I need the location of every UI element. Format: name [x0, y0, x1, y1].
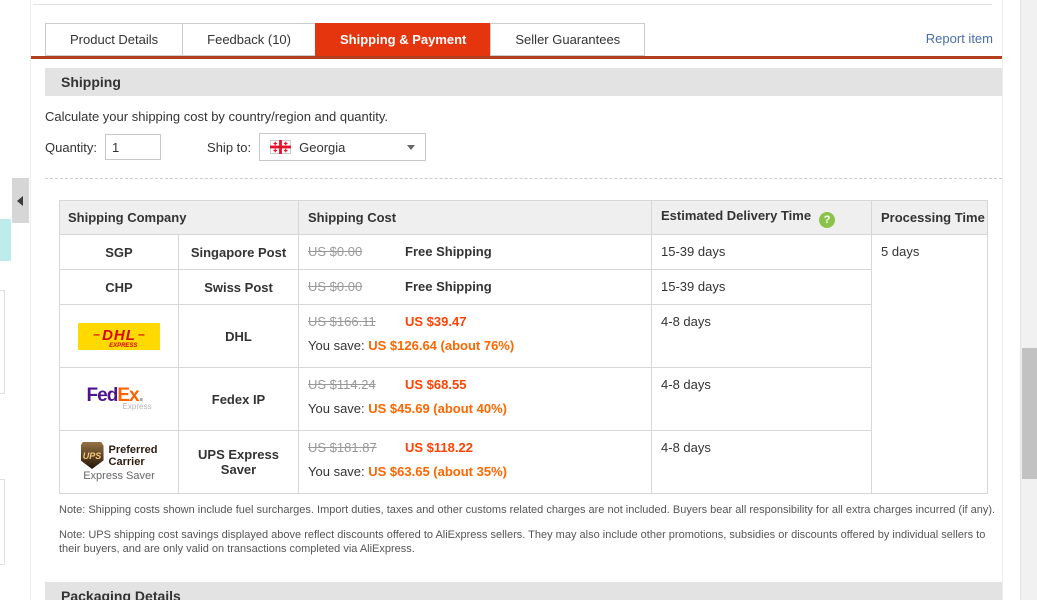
- col-header-shipping-cost: Shipping Cost: [299, 201, 652, 235]
- shipping-description: Calculate your shipping cost by country/…: [45, 109, 1002, 124]
- shipping-row: DHLEXPRESS DHL US $166.11 US $39.47 You save…: [60, 305, 988, 368]
- carrier-code: CHP: [105, 280, 132, 295]
- packaging-section-title: Packaging Details: [61, 588, 181, 600]
- tab-product-details[interactable]: Product Details: [45, 23, 183, 56]
- discounted-price: US $68.55: [405, 377, 466, 392]
- shipping-cost-cell: US $181.87 US $118.22 You save: US $63.65 …: [299, 431, 652, 494]
- shipping-cost-cell: US $0.00 Free Shipping: [299, 235, 652, 270]
- georgia-flag-icon: [270, 140, 291, 154]
- shipping-cost-cell: US $114.24 US $68.55 You save: US $45.69 (…: [299, 368, 652, 431]
- free-shipping-label: Free Shipping: [405, 244, 492, 259]
- shipping-cost-cell: US $0.00 Free Shipping: [299, 270, 652, 305]
- shipping-row: CHP Swiss Post US $0.00 Free Shipping 15-39 …: [60, 270, 988, 305]
- original-price: US $114.24: [308, 377, 376, 392]
- ups-note: Note: UPS shipping cost savings displaye…: [59, 528, 999, 556]
- carrier-logo-cell: UPSPreferredCarrierExpress Saver: [60, 431, 179, 494]
- left-edge-box: [0, 479, 5, 565]
- ship-to-value: Georgia: [299, 140, 345, 155]
- savings-amount: US $45.69 (about 40%): [368, 401, 507, 416]
- left-edge-box: [0, 290, 5, 394]
- tab-shipping-payment[interactable]: Shipping & Payment: [315, 23, 491, 56]
- chevron-left-icon: [17, 196, 23, 206]
- tab-bar: Product Details Feedback (10) Shipping &…: [31, 23, 1002, 56]
- main-content: Product Details Feedback (10) Shipping &…: [30, 0, 1003, 600]
- report-item-link[interactable]: Report item: [926, 31, 993, 46]
- carrier-name-cell: Fedex IP: [179, 368, 299, 431]
- delivery-time-cell: 4-8 days: [652, 305, 872, 368]
- left-panel-fragment: [0, 219, 11, 261]
- ship-to-select[interactable]: Georgia: [259, 133, 426, 161]
- fedex-logo-icon: FedEx.Express: [87, 386, 152, 411]
- help-icon[interactable]: ?: [819, 212, 835, 228]
- original-price: US $166.11: [308, 314, 376, 329]
- col-header-delivery-time: Estimated Delivery Time?: [652, 201, 872, 235]
- tab-underline: [31, 56, 1002, 59]
- tab-feedback[interactable]: Feedback (10): [182, 23, 316, 56]
- original-price: US $0.00: [308, 279, 362, 294]
- free-shipping-label: Free Shipping: [405, 279, 492, 294]
- ship-to-label: Ship to:: [207, 140, 251, 155]
- shipping-table: Shipping Company Shipping Cost Estimated…: [59, 200, 988, 494]
- carrier-name-cell: Singapore Post: [179, 235, 299, 270]
- savings-line: You save: US $126.64 (about 76%): [308, 338, 651, 353]
- carrier-name-cell: DHL: [179, 305, 299, 368]
- carrier-logo-cell: SGP: [60, 235, 179, 270]
- chevron-down-icon: [407, 145, 415, 150]
- shipping-row: SGP Singapore Post US $0.00 Free Shipping 15…: [60, 235, 988, 270]
- shipping-section-title: Shipping: [61, 74, 121, 90]
- carrier-name-cell: Swiss Post: [179, 270, 299, 305]
- shipping-controls: Quantity: Ship to: Georgia: [45, 133, 1002, 161]
- carrier-logo-cell: CHP: [60, 270, 179, 305]
- carrier-name-cell: UPS Express Saver: [179, 431, 299, 494]
- scrollbar-thumb[interactable]: [1022, 348, 1037, 479]
- savings-line: You save: US $45.69 (about 40%): [308, 401, 651, 416]
- discounted-price: US $118.22: [405, 440, 473, 455]
- delivery-time-cell: 15-39 days: [652, 235, 872, 270]
- col-header-processing-time: Processing Time: [872, 201, 988, 235]
- packaging-section-header: Packaging Details: [45, 582, 1002, 600]
- shipping-table-body: SGP Singapore Post US $0.00 Free Shipping 15…: [60, 235, 988, 494]
- savings-line: You save: US $63.65 (about 35%): [308, 464, 651, 479]
- sidebar-collapse-button[interactable]: [12, 178, 29, 223]
- delivery-time-cell: 15-39 days: [652, 270, 872, 305]
- col-header-shipping-company: Shipping Company: [60, 201, 299, 235]
- shipping-row: FedEx.Express Fedex IP US $114.24 US $68.55…: [60, 368, 988, 431]
- discounted-price: US $39.47: [405, 314, 466, 329]
- shipping-row: UPSPreferredCarrierExpress Saver UPS Expr…: [60, 431, 988, 494]
- page: Product Details Feedback (10) Shipping &…: [0, 0, 1037, 600]
- dhl-logo-icon: DHLEXPRESS: [78, 323, 160, 350]
- savings-amount: US $126.64 (about 76%): [368, 338, 514, 353]
- carrier-code: SGP: [105, 245, 132, 260]
- shipping-note: Note: Shipping costs shown include fuel …: [59, 503, 999, 517]
- quantity-label: Quantity:: [45, 140, 97, 155]
- delivery-time-cell: 4-8 days: [652, 431, 872, 494]
- carrier-logo-cell: FedEx.Express: [60, 368, 179, 431]
- shipping-cost-cell: US $166.11 US $39.47 You save: US $126.64 …: [299, 305, 652, 368]
- processing-time-cell: 5 days: [872, 235, 988, 494]
- quantity-input[interactable]: [105, 134, 161, 160]
- scrollbar-track[interactable]: [1020, 0, 1037, 600]
- shipping-section-header: Shipping: [45, 68, 1002, 96]
- delivery-time-cell: 4-8 days: [652, 368, 872, 431]
- carrier-logo-cell: DHLEXPRESS: [60, 305, 179, 368]
- original-price: US $0.00: [308, 244, 362, 259]
- savings-amount: US $63.65 (about 35%): [368, 464, 507, 479]
- ups-logo-icon: UPSPreferredCarrierExpress Saver: [81, 442, 158, 482]
- divider: [33, 4, 992, 5]
- original-price: US $181.87: [308, 440, 377, 455]
- tab-seller-guarantees[interactable]: Seller Guarantees: [490, 23, 645, 56]
- divider: [45, 178, 1002, 179]
- table-header-row: Shipping Company Shipping Cost Estimated…: [60, 201, 988, 235]
